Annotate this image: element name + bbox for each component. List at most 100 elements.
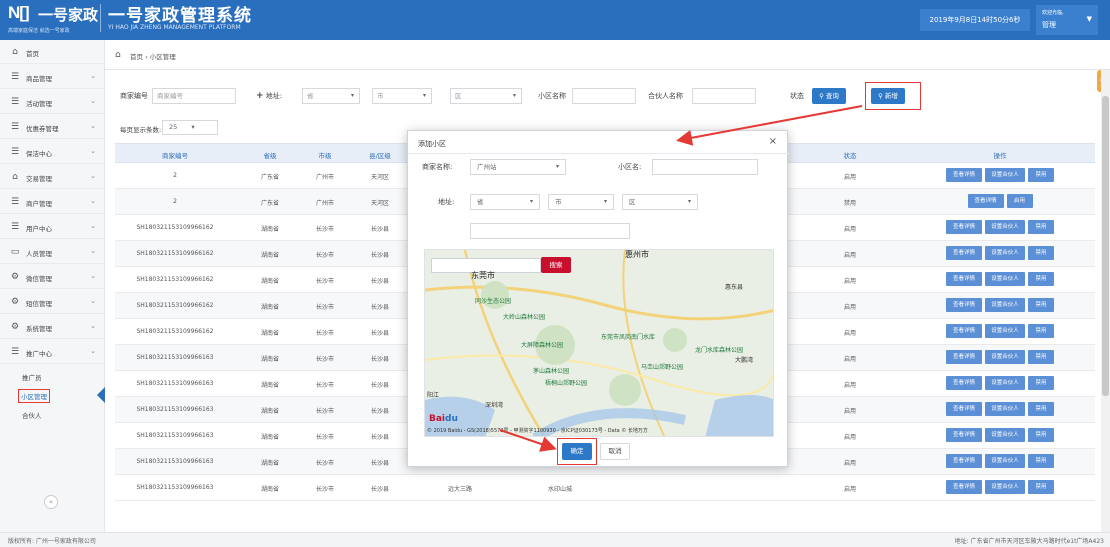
sidebar-item[interactable]: ⌂ 首页 xyxy=(0,40,104,64)
caret-down-icon: ▼ xyxy=(1086,15,1092,23)
row-action-button[interactable]: 设置合伙人 xyxy=(985,246,1025,260)
sidebar-item[interactable]: ☰ 保洁中心 ⌄ xyxy=(0,140,104,164)
row-action-button[interactable]: 查看详情 xyxy=(946,376,982,390)
row-action-button[interactable]: 设置合伙人 xyxy=(985,480,1025,494)
row-action-button[interactable]: 禁用 xyxy=(1028,376,1054,390)
list-icon: ☰ xyxy=(10,147,20,157)
row-action-button[interactable]: 禁用 xyxy=(1028,246,1054,260)
table-cell: 启用 xyxy=(843,434,856,441)
sidebar-sub-item[interactable]: 合伙人 xyxy=(0,405,104,423)
row-action-button[interactable]: 禁用 xyxy=(1028,324,1054,338)
province-select[interactable]: 省 ▾ xyxy=(302,88,360,104)
baidu-map[interactable]: 搜索 惠州市 东莞市 惠东县 同沙生态公园 大岭山森林公园 大屏障森林公园 东莞… xyxy=(424,249,774,437)
column-header: 商家编号 xyxy=(162,152,188,160)
table-cell: 启用 xyxy=(843,460,856,467)
sidebar-item[interactable]: ☰ 推广中心 ⌄ xyxy=(0,340,104,364)
sidebar-item[interactable]: ⚙ 微信管理 ⌄ xyxy=(0,265,104,289)
merchant-no-input[interactable]: 商家编号 xyxy=(152,88,236,104)
row-action-button[interactable]: 禁用 xyxy=(1028,220,1054,234)
row-action-button[interactable]: 查看详情 xyxy=(946,220,982,234)
row-action-button[interactable]: 设置合伙人 xyxy=(985,350,1025,364)
row-action-button[interactable]: 设置合伙人 xyxy=(985,454,1025,468)
map-label: 东莞市凤岗南门水库 xyxy=(601,334,656,341)
row-action-button[interactable]: 查看详情 xyxy=(946,272,982,286)
district-value: 区 xyxy=(629,198,636,206)
merchant-name-select[interactable]: 广州站 ▾ xyxy=(470,159,566,175)
row-action-button[interactable]: 禁用 xyxy=(1028,402,1054,416)
sidebar-item[interactable]: ☰ 活动管理 ⌄ xyxy=(0,90,104,114)
province-select[interactable]: 省 ▾ xyxy=(470,194,540,210)
sidebar-item[interactable]: ▭ 人员管理 ⌄ xyxy=(0,240,104,264)
row-action-button[interactable]: 查看详情 xyxy=(946,324,982,338)
row-action-button[interactable]: 查看详情 xyxy=(946,168,982,182)
sidebar-item[interactable]: ⚙ 系统管理 ⌄ xyxy=(0,315,104,339)
row-action-button[interactable]: 设置合伙人 xyxy=(985,428,1025,442)
row-action-button[interactable]: 禁用 xyxy=(1028,298,1054,312)
system-subtitle: YI HAO JIA ZHENG MANAGEMENT PLATFORM xyxy=(108,24,241,31)
gears-icon: ⚙ xyxy=(10,272,20,282)
table-cell: SH180321153109966162 xyxy=(136,328,214,335)
page-size-select[interactable]: 25 ▾ xyxy=(162,120,218,135)
caret-down-icon: ▾ xyxy=(512,92,516,99)
table-cell: 长沙市 xyxy=(315,226,334,233)
row-action-button[interactable]: 查看详情 xyxy=(946,246,982,260)
user-menu[interactable]: 欢迎光临, 管理 ▼ xyxy=(1036,5,1098,35)
close-icon[interactable]: × xyxy=(769,136,777,147)
dialog-divider xyxy=(408,153,789,154)
row-action-button[interactable]: 设置合伙人 xyxy=(985,324,1025,338)
row-action-button[interactable]: 禁用 xyxy=(1028,428,1054,442)
row-action-button[interactable]: 设置合伙人 xyxy=(985,220,1025,234)
add-button-highlight xyxy=(865,82,921,110)
row-action-button[interactable]: 禁用 xyxy=(1028,454,1054,468)
row-action-button[interactable]: 查看详情 xyxy=(946,350,982,364)
sidebar-item[interactable]: ⚙ 短信管理 ⌄ xyxy=(0,290,104,314)
row-action-button[interactable]: 设置合伙人 xyxy=(985,168,1025,182)
table-cell: 长沙市 xyxy=(315,434,334,441)
sidebar-item-label: 优惠券管理 xyxy=(26,125,59,133)
row-action-button[interactable]: 启用 xyxy=(1006,194,1033,208)
row-action-button[interactable]: 设置合伙人 xyxy=(985,272,1025,286)
row-action-button[interactable]: 查看详情 xyxy=(946,454,982,468)
row-action-button[interactable]: 禁用 xyxy=(1028,168,1054,182)
district-select[interactable]: 区 ▾ xyxy=(622,194,698,210)
row-action-button[interactable]: 查看详情 xyxy=(946,298,982,312)
scrollbar-thumb[interactable] xyxy=(1102,96,1109,396)
sidebar-item[interactable]: ☰ 优惠券管理 ⌄ xyxy=(0,115,104,139)
row-action-button[interactable]: 查看详情 xyxy=(946,480,982,494)
sidebar-item[interactable]: ☰ 商品管理 ⌄ xyxy=(0,65,104,89)
city-select[interactable]: 市 ▾ xyxy=(548,194,614,210)
welcome-text: 欢迎光临, xyxy=(1042,10,1064,16)
detail-address-input[interactable] xyxy=(470,223,630,239)
sidebar-item[interactable]: ⌂ 交易管理 ⌄ xyxy=(0,165,104,189)
row-action-button[interactable]: 禁用 xyxy=(1028,272,1054,286)
community-name-label: 小区名称 xyxy=(538,92,566,100)
row-action-button[interactable]: 禁用 xyxy=(1028,350,1054,364)
search-button[interactable]: ⚲ 查询 xyxy=(812,88,846,104)
row-action-button[interactable]: 查看详情 xyxy=(967,194,1004,208)
map-search-button[interactable]: 搜索 xyxy=(541,257,571,273)
vertical-scrollbar[interactable] xyxy=(1101,70,1110,532)
community-name-input[interactable] xyxy=(572,88,636,104)
sidebar-sub-item[interactable]: 小区管理 xyxy=(0,386,104,404)
caret-down-icon: ▾ xyxy=(687,198,691,205)
partner-name-input[interactable] xyxy=(692,88,756,104)
collapse-sidebar-icon[interactable]: « xyxy=(44,495,58,509)
table-cell: 长沙县 xyxy=(370,226,389,233)
cancel-button[interactable]: 取消 xyxy=(600,443,630,460)
sidebar-item-label: 短信管理 xyxy=(26,300,52,308)
row-action-button[interactable]: 设置合伙人 xyxy=(985,376,1025,390)
row-action-button[interactable]: 设置合伙人 xyxy=(985,402,1025,416)
row-action-button[interactable]: 查看详情 xyxy=(946,428,982,442)
community-name-input[interactable] xyxy=(652,159,758,175)
sidebar-item[interactable]: ☰ 商户管理 ⌄ xyxy=(0,190,104,214)
city-select[interactable]: 市 ▾ xyxy=(372,88,432,104)
sidebar-sub-item[interactable]: 推广员 xyxy=(0,367,104,385)
row-action-button[interactable]: 查看详情 xyxy=(946,402,982,416)
active-pointer xyxy=(97,387,105,403)
district-select[interactable]: 区 ▾ xyxy=(450,88,522,104)
column-header: 状态 xyxy=(843,152,857,160)
row-action-button[interactable]: 设置合伙人 xyxy=(985,298,1025,312)
monitor-icon: ▭ xyxy=(10,247,20,257)
row-action-button[interactable]: 禁用 xyxy=(1028,480,1054,494)
sidebar-item[interactable]: ☰ 用户中心 ⌄ xyxy=(0,215,104,239)
